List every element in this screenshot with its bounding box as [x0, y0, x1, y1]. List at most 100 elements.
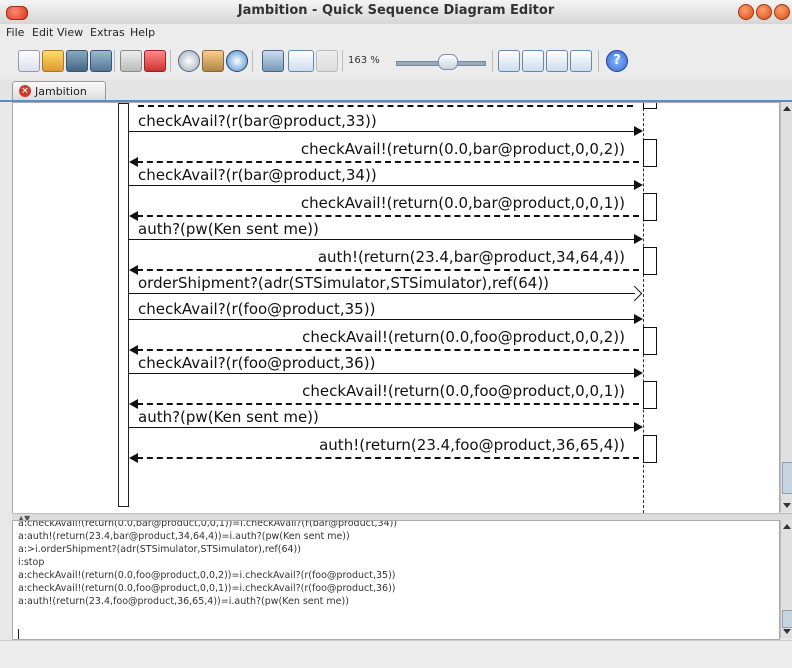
minimize-button[interactable] — [738, 4, 754, 20]
zoom-level-label: 163 % — [348, 55, 380, 66]
filled-arrowhead-icon — [634, 422, 643, 432]
zoom-icon[interactable] — [178, 50, 200, 72]
activation-box — [643, 193, 657, 221]
response-message-label: checkAvail!(return(0.0,foo@product,0,0,2… — [302, 328, 625, 346]
open-arrowhead-icon — [626, 285, 643, 302]
caller-lifeline — [118, 103, 129, 507]
filled-arrowhead-icon — [129, 345, 138, 355]
fit-height-icon[interactable] — [522, 50, 544, 72]
filled-arrowhead-icon — [129, 399, 138, 409]
activation-box — [643, 327, 657, 355]
request-message-label: checkAvail?(r(bar@product,33)) — [138, 112, 377, 130]
filled-arrowhead-icon — [634, 368, 643, 378]
activation-box — [643, 103, 657, 109]
save-icon[interactable] — [66, 50, 88, 72]
log-line: a:checkAvail!(return(0.0,foo@product,0,0… — [18, 583, 396, 594]
window-title: Jambition - Quick Sequence Diagram Edito… — [237, 3, 555, 18]
activation-box — [643, 247, 657, 275]
maximize-button[interactable] — [756, 4, 772, 20]
request-arrow-line — [129, 239, 635, 240]
fit-width-icon[interactable] — [498, 50, 520, 72]
log-line: a:checkAvail!(return(0.0,bar@product,0,0… — [18, 520, 398, 529]
text-caret — [18, 629, 19, 639]
response-arrow-line — [137, 457, 639, 459]
menu-help[interactable]: Help — [130, 26, 155, 39]
async-message-label: orderShipment?(adr(STSimulator,STSimulat… — [138, 274, 550, 292]
filled-arrowhead-icon — [634, 234, 643, 244]
request-arrow-line — [129, 131, 635, 132]
response-arrow-line — [137, 215, 639, 217]
filled-arrowhead-icon — [129, 157, 138, 167]
response-message-label: auth!(return(23.4,foo@product,36,65,4)) — [319, 436, 625, 454]
log-line: a:auth!(return(23.4,foo@product,36,65,4)… — [18, 596, 349, 607]
fit-horizontal-icon[interactable] — [546, 50, 568, 72]
blank-view-icon[interactable] — [316, 50, 338, 72]
response-message-label: checkAvail!(return(0.0,foo@product,0,0,1… — [302, 382, 625, 400]
request-message-label: checkAvail?(r(foo@product,35)) — [138, 300, 376, 318]
filled-arrowhead-icon — [129, 265, 138, 275]
request-message-label: checkAvail?(r(foo@product,36)) — [138, 354, 376, 372]
response-message-label: checkAvail!(return(0.0,bar@product,0,0,1… — [300, 194, 625, 212]
tab-bar: × Jambition — [0, 80, 792, 102]
split-view-icon[interactable] — [288, 50, 314, 72]
activation-box — [643, 381, 657, 409]
status-bar — [0, 640, 792, 668]
new-file-icon[interactable] — [18, 50, 40, 72]
request-message-label: checkAvail?(r(bar@product,34)) — [138, 166, 377, 184]
refresh-icon[interactable] — [226, 50, 248, 72]
response-arrow-line — [137, 269, 639, 271]
request-arrow-line — [129, 293, 635, 294]
pdf-export-icon[interactable] — [144, 50, 166, 72]
request-arrow-line — [129, 185, 635, 186]
scroll-down-icon[interactable] — [783, 629, 791, 634]
menu-file[interactable]: File — [6, 26, 24, 39]
log-vertical-scrollbar[interactable] — [780, 520, 792, 638]
wand-icon[interactable] — [120, 50, 142, 72]
request-arrow-line — [129, 319, 635, 320]
tools-icon[interactable] — [202, 50, 224, 72]
filled-arrowhead-icon — [634, 180, 643, 190]
layout-icon[interactable] — [262, 50, 284, 72]
response-arrow-line — [138, 105, 633, 107]
trace-log[interactable]: a:checkAvail!(return(0.0,bar@product,0,0… — [12, 520, 780, 640]
filled-arrowhead-icon — [634, 314, 643, 324]
tab-jambition[interactable]: × Jambition — [12, 81, 106, 100]
close-window-button[interactable] — [774, 4, 790, 20]
save-as-icon[interactable] — [90, 50, 112, 72]
menu-edit[interactable]: Edit — [32, 26, 53, 39]
open-folder-icon[interactable] — [42, 50, 64, 72]
filled-arrowhead-icon — [129, 453, 138, 463]
request-message-label: auth?(pw(Ken sent me)) — [138, 408, 319, 426]
menu-bar: File Edit View Extras Help — [0, 24, 792, 42]
scroll-up-icon[interactable] — [783, 524, 791, 529]
scrollbar-thumb[interactable] — [782, 462, 792, 494]
filled-arrowhead-icon — [634, 126, 643, 136]
log-line: a:>i.orderShipment?(adr(STSimulator,STSi… — [18, 544, 301, 555]
fit-all-icon[interactable] — [570, 50, 592, 72]
log-line: i:stop — [18, 557, 45, 568]
filled-arrowhead-icon — [129, 211, 138, 221]
response-arrow-line — [137, 161, 639, 163]
scrollbar-thumb[interactable] — [782, 610, 792, 628]
request-arrow-line — [129, 373, 635, 374]
help-icon[interactable]: ? — [606, 50, 628, 72]
split-pane-divider[interactable]: ▲▼ — [12, 513, 792, 523]
close-tab-icon[interactable]: × — [19, 85, 31, 97]
zoom-slider-thumb[interactable] — [438, 54, 458, 70]
menu-extras[interactable]: Extras — [90, 26, 125, 39]
response-arrow-line — [137, 403, 639, 405]
activation-box — [643, 435, 657, 463]
response-message-label: checkAvail!(return(0.0,bar@product,0,0,2… — [300, 140, 625, 158]
request-message-label: auth?(pw(Ken sent me)) — [138, 220, 319, 238]
request-arrow-line — [129, 427, 635, 428]
activation-box — [643, 139, 657, 167]
log-line: a:checkAvail!(return(0.0,foo@product,0,0… — [18, 570, 396, 581]
menu-view[interactable]: View — [57, 26, 83, 39]
sequence-diagram[interactable]: checkAvail?(r(bar@product,33)) checkAvail… — [12, 102, 780, 514]
toolbar: 163 % ? — [0, 42, 792, 78]
diagram-vertical-scrollbar[interactable] — [780, 102, 792, 512]
scroll-up-icon[interactable] — [783, 106, 791, 111]
scroll-down-icon[interactable] — [783, 503, 791, 508]
log-line: a:auth!(return(23.4,bar@product,34,64,4)… — [18, 531, 350, 542]
title-bar: Jambition - Quick Sequence Diagram Edito… — [0, 0, 792, 25]
